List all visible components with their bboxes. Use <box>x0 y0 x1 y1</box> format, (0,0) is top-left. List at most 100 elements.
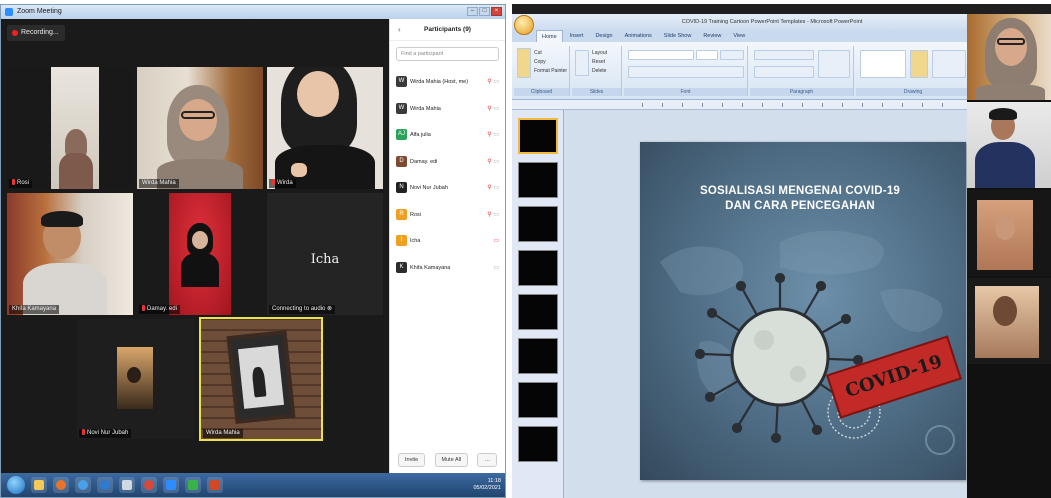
audio-connecting-icon: ⊗ <box>327 306 333 312</box>
slide-thumbnail[interactable] <box>518 426 558 462</box>
record-dot-icon <box>12 30 18 36</box>
participant-row[interactable]: K Khifa Kamayana ▭ <box>390 255 505 282</box>
webcam-tile[interactable] <box>967 190 1051 276</box>
layout-button[interactable]: Layout <box>592 49 607 58</box>
more-options-icon[interactable]: … <box>477 453 497 467</box>
avatar: W <box>396 76 407 87</box>
video-icon[interactable]: ▭ <box>493 255 499 281</box>
delete-button[interactable]: Delete <box>592 67 607 76</box>
ie-icon[interactable] <box>97 477 113 493</box>
participant-row[interactable]: N Novi Nur Jubah ⚲ ▭ <box>390 175 505 202</box>
participant-search-input[interactable]: Find a participant <box>396 47 499 61</box>
paste-button[interactable] <box>517 48 531 78</box>
quick-access-toolbar: COVID-19 Training Cartoon PowerPoint Tem… <box>512 14 972 35</box>
arrange-button[interactable] <box>910 50 928 78</box>
office-button-icon[interactable] <box>514 15 534 35</box>
font-name-select[interactable] <box>628 50 694 60</box>
slides-buttons: Layout Reset Delete <box>592 49 607 76</box>
webcam-tile[interactable] <box>967 14 1051 100</box>
slide-thumbnail-selected[interactable] <box>518 118 558 154</box>
tab-view[interactable]: View <box>728 30 750 42</box>
slide-thumbnail[interactable] <box>518 206 558 242</box>
slide-thumbnail[interactable] <box>518 382 558 418</box>
participant-row[interactable]: AJ Alfa julia ⚲ ▭ <box>390 122 505 149</box>
slide-thumbnail[interactable] <box>518 250 558 286</box>
mic-video-icons[interactable]: ⚲ ▭ <box>487 96 499 122</box>
mute-all-button[interactable]: Mute All <box>434 453 469 467</box>
participants-title: Participants (9) <box>424 26 471 33</box>
text-direction-buttons[interactable] <box>818 50 850 78</box>
shapes-gallery[interactable] <box>860 50 906 78</box>
webcam-tile[interactable] <box>967 102 1051 188</box>
align-buttons[interactable] <box>754 66 814 78</box>
video-tile[interactable]: Novi Nur Jubah <box>77 319 195 439</box>
ribbon: Cut Copy Format Painter Clipboard Layout… <box>512 42 972 100</box>
slide-thumbnail[interactable] <box>518 162 558 198</box>
reset-button[interactable]: Reset <box>592 58 607 67</box>
video-tile[interactable]: Rosi <box>7 67 133 189</box>
explorer-icon[interactable] <box>31 477 47 493</box>
mic-muted-icon <box>142 305 145 311</box>
avatar: R <box>396 208 407 220</box>
copy-button[interactable]: Copy <box>534 58 567 67</box>
collapse-chevron-icon[interactable]: ‹ <box>398 19 401 41</box>
recording-indicator[interactable]: Recording... <box>7 25 65 41</box>
mic-video-icons[interactable]: ⚲ ▭ <box>487 202 499 228</box>
video-tile[interactable]: Icha Connecting to audio ⊗ <box>267 193 383 315</box>
participant-row[interactable]: I Icha ▭ <box>390 228 505 255</box>
tab-insert[interactable]: Insert <box>565 30 589 42</box>
tab-home[interactable]: Home <box>536 30 563 42</box>
mic-video-icons[interactable]: ⚲ ▭ <box>487 149 499 175</box>
zoom-taskbar-icon[interactable] <box>163 477 179 493</box>
cut-button[interactable]: Cut <box>534 49 567 58</box>
powerpoint-taskbar-icon[interactable] <box>207 477 223 493</box>
virus-body <box>730 307 830 407</box>
media-player-icon[interactable] <box>53 477 69 493</box>
tab-design[interactable]: Design <box>590 30 617 42</box>
tab-animations[interactable]: Animations <box>620 30 657 42</box>
participant-row[interactable]: D Damay. edi ⚲ ▭ <box>390 149 505 176</box>
upload-icon[interactable] <box>185 477 201 493</box>
system-tray-clock[interactable]: 11:18 05/02/2021 <box>473 478 501 492</box>
font-formatting-buttons[interactable] <box>628 66 744 78</box>
mic-video-icons[interactable]: ⚲ ▭ <box>487 175 499 201</box>
chrome-icon[interactable] <box>141 477 157 493</box>
new-slide-button[interactable] <box>575 50 589 76</box>
document-icon[interactable] <box>119 477 135 493</box>
video-icon[interactable]: ▭ <box>493 228 499 254</box>
video-tile[interactable]: Wirda Mahia <box>137 67 263 189</box>
avatar: W <box>396 102 407 114</box>
list-buttons[interactable] <box>754 50 814 60</box>
video-tile[interactable]: Wirda <box>267 67 383 189</box>
video-tile[interactable]: Khifa Kamayana <box>7 193 133 315</box>
slides-group: Layout Reset Delete Slides <box>572 46 622 96</box>
start-button[interactable] <box>7 476 25 494</box>
participant-row[interactable]: R Rosi ⚲ ▭ <box>390 202 505 229</box>
slide-thumbnail[interactable] <box>518 294 558 330</box>
quick-styles-button[interactable] <box>932 50 966 78</box>
font-size-select[interactable] <box>696 50 718 60</box>
mic-video-icons[interactable]: ⚲ ▭ <box>487 122 499 148</box>
maximize-button[interactable]: □ <box>479 7 490 16</box>
invite-button[interactable]: Invite <box>398 453 426 467</box>
tab-slide-show[interactable]: Slide Show <box>659 30 697 42</box>
group-label: Clipboard <box>514 88 569 96</box>
webcam-tile[interactable] <box>967 278 1051 364</box>
tab-review[interactable]: Review <box>698 30 726 42</box>
format-painter-button[interactable]: Format Painter <box>534 67 567 76</box>
powerpoint-window: COVID-19 Training Cartoon PowerPoint Tem… <box>512 4 1051 498</box>
video-tile[interactable]: Damay. edi <box>137 193 263 315</box>
mic-video-icons[interactable]: ⚲ ▭ <box>487 69 499 95</box>
participant-row[interactable]: W Wirda Mahia (Host, me) ⚲ ▭ <box>390 69 505 96</box>
slide-title[interactable]: SOSIALISASI MENGENAI COVID-19 DAN CARA P… <box>680 184 920 214</box>
glasses <box>181 111 215 119</box>
webcam-empty-area <box>967 366 1051 498</box>
close-button[interactable]: × <box>491 7 502 16</box>
current-slide[interactable]: SOSIALISASI MENGENAI COVID-19 DAN CARA P… <box>640 142 966 480</box>
slide-thumbnail[interactable] <box>518 338 558 374</box>
video-tile-active-speaker[interactable]: Wirda Mahia <box>199 317 323 441</box>
minimize-button[interactable]: – <box>467 7 478 16</box>
font-grow-shrink[interactable] <box>720 50 744 60</box>
browser-icon[interactable] <box>75 477 91 493</box>
participant-row[interactable]: W Wirda Mahia ⚲ ▭ <box>390 96 505 123</box>
